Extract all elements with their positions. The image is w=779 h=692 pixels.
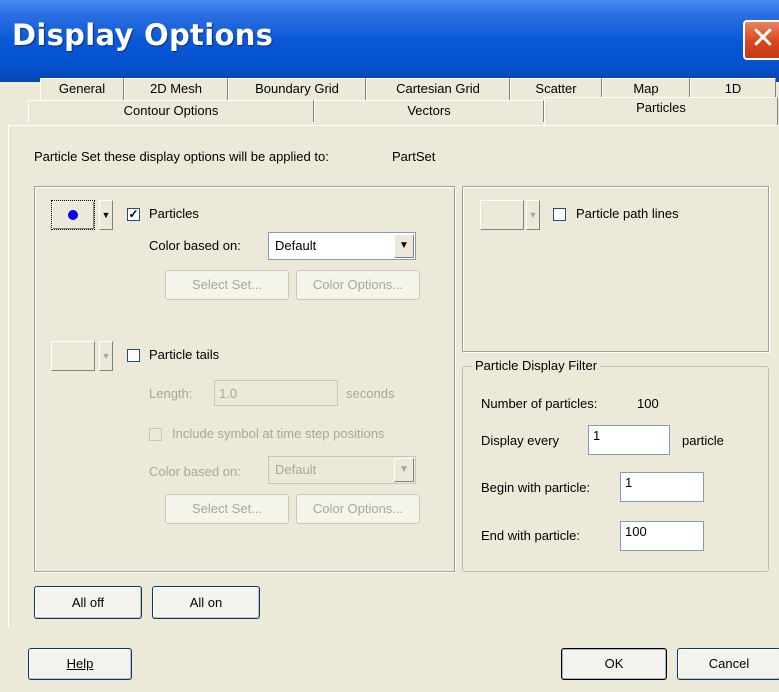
chevron-down-icon: ▼ <box>101 351 111 361</box>
display-every-input[interactable]: 1 <box>588 425 670 455</box>
tab-contour-options[interactable]: Contour Options <box>28 100 314 122</box>
all-off-button[interactable]: All off <box>34 586 142 619</box>
particles-color-select[interactable]: Default ▼ <box>268 232 416 260</box>
tab-vectors[interactable]: Vectors <box>314 100 544 122</box>
num-particles-label: Number of particles: <box>481 396 598 411</box>
blue-dot-icon <box>68 210 78 220</box>
tails-color-select[interactable]: Default ▼ <box>268 456 416 484</box>
chevron-down-icon: ▼ <box>528 210 538 220</box>
ok-button[interactable]: OK <box>561 648 667 680</box>
tab-boundary-grid[interactable]: Boundary Grid <box>228 78 366 100</box>
path-lines-label: Particle path lines <box>576 206 679 221</box>
begin-with-label: Begin with particle: <box>481 480 591 495</box>
num-particles-value: 100 <box>637 396 659 411</box>
window-title: Display Options <box>12 18 274 52</box>
include-symbol-label: Include symbol at time step positions <box>172 426 385 441</box>
length-label: Length: <box>149 386 193 401</box>
seconds-label: seconds <box>346 386 395 401</box>
path-symbol-dropdown[interactable]: ▼ <box>526 200 540 230</box>
particle-set-label: Particle Set these display options will … <box>34 149 329 164</box>
tails-select-set-button[interactable]: Select Set... <box>165 494 289 524</box>
chevron-down-icon[interactable]: ▼ <box>394 234 414 258</box>
tails-color-value: Default <box>275 462 317 477</box>
particles-color-options-button[interactable]: Color Options... <box>296 270 420 300</box>
particles-select-set-button[interactable]: Select Set... <box>165 270 289 300</box>
particle-tails-checkbox[interactable] <box>127 349 140 362</box>
tab-general[interactable]: General <box>40 78 124 100</box>
tab-particles[interactable]: Particles <box>544 97 778 125</box>
path-lines-checkbox[interactable] <box>553 208 566 221</box>
particles-color-value: Default <box>275 238 317 253</box>
length-input[interactable]: 1.0 <box>214 380 338 406</box>
end-with-input[interactable]: 100 <box>620 521 704 551</box>
all-on-button[interactable]: All on <box>152 586 260 619</box>
tab-cartesian-grid[interactable]: Cartesian Grid <box>366 78 510 100</box>
display-every-suffix: particle <box>682 433 724 448</box>
close-icon[interactable]: ✕ <box>743 20 779 60</box>
tab-2d-mesh[interactable]: 2D Mesh <box>124 78 228 100</box>
display-every-label: Display every <box>481 433 560 448</box>
display-filter-title: Particle Display Filter <box>472 358 601 373</box>
display-options-window: Display Options ✕ General 2D Mesh Bounda… <box>0 0 779 692</box>
begin-with-input[interactable]: 1 <box>620 472 704 502</box>
chevron-down-icon: ▼ <box>101 210 111 220</box>
include-symbol-checkbox[interactable] <box>149 428 162 441</box>
title-bar[interactable]: Display Options ✕ <box>0 0 779 82</box>
particles-checkbox[interactable]: ✓ <box>127 208 140 221</box>
particle-symbol-button[interactable] <box>51 200 95 230</box>
cancel-button[interactable]: Cancel <box>677 648 779 680</box>
tails-color-label: Color based on: <box>149 464 241 479</box>
tail-symbol-dropdown[interactable]: ▼ <box>99 341 113 371</box>
particles-color-label: Color based on: <box>149 238 241 253</box>
help-button[interactable]: Help <box>28 648 132 680</box>
tails-color-options-button[interactable]: Color Options... <box>296 494 420 524</box>
particle-tails-label: Particle tails <box>149 347 220 362</box>
particles-label: Particles <box>149 206 199 221</box>
particle-set-name: PartSet <box>392 149 436 164</box>
end-with-label: End with particle: <box>481 528 580 543</box>
tail-symbol-button[interactable] <box>51 341 95 371</box>
chevron-down-icon[interactable]: ▼ <box>394 458 414 482</box>
path-symbol-button[interactable] <box>480 200 524 230</box>
particle-symbol-dropdown[interactable]: ▼ <box>99 200 113 230</box>
